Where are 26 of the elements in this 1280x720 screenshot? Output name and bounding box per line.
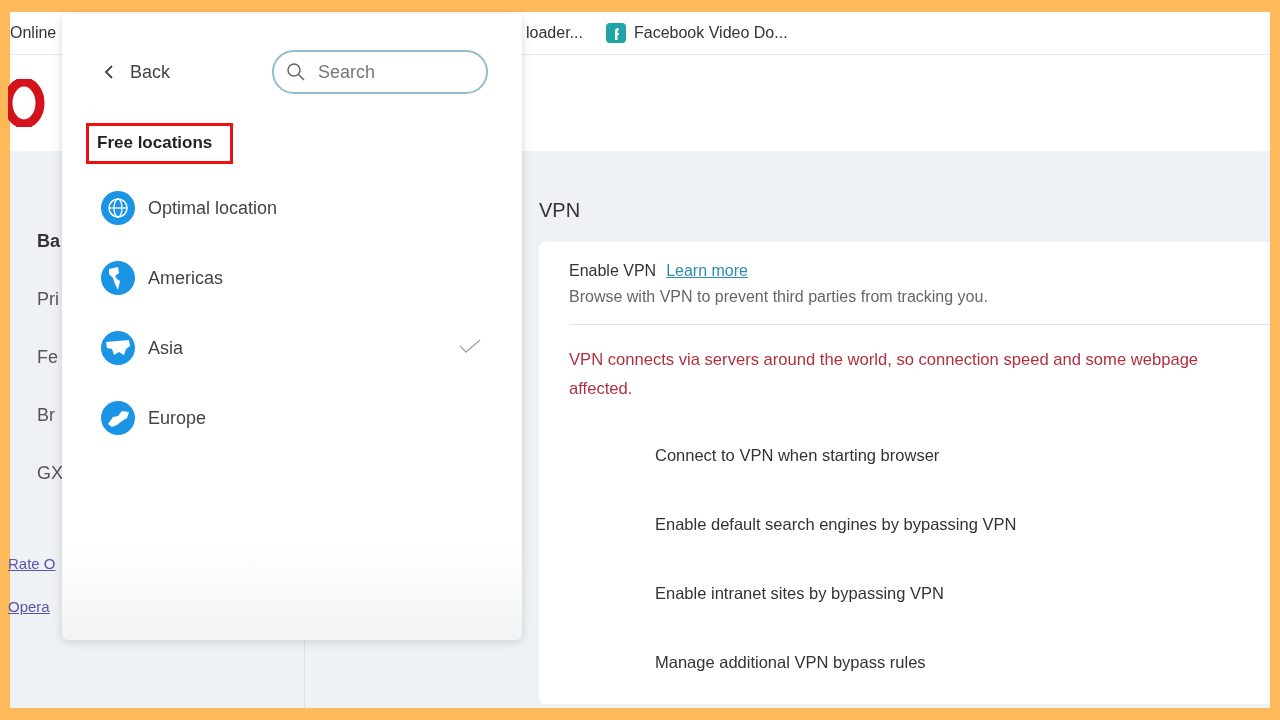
location-item[interactable]: Asia — [100, 330, 488, 366]
warning-text: affected. — [569, 378, 634, 400]
globe-icon — [100, 260, 136, 296]
location-item[interactable]: Americas — [100, 260, 488, 296]
setting-label: Connect to VPN when starting browser — [655, 445, 941, 465]
globe-icon — [100, 190, 136, 226]
bookmark-link[interactable]: Facebook Video Do... — [634, 24, 788, 42]
bookmark-link[interactable]: loader... — [526, 24, 583, 42]
globe-icon — [100, 400, 136, 436]
search-field[interactable]: Search — [272, 50, 488, 94]
setting-description: Browse with VPN to prevent third parties from tracking you. — [569, 288, 989, 306]
setting-label: Manage additional VPN bypass rules — [655, 652, 927, 672]
setting-label: Enable default search engines by bypassing VPN — [655, 514, 1018, 534]
setting-label: Enable VPN — [569, 262, 657, 280]
globe-icon — [100, 330, 136, 366]
learn-more-link[interactable]: Learn more — [666, 262, 748, 280]
bookmark-link[interactable]: Online — [10, 24, 57, 42]
section-label: Free locations — [86, 123, 234, 164]
warning-text: VPN connects via servers around the world, so connection speed and some webpage — [569, 349, 1200, 371]
setting-label: Enable intranet sites by bypassing VPN — [655, 583, 945, 603]
search-icon — [286, 62, 306, 82]
section-heading: VPN — [539, 199, 582, 222]
location-item[interactable]: Optimal location — [100, 190, 488, 226]
back-button[interactable]: Back — [86, 61, 171, 83]
chevron-left-icon — [104, 64, 114, 80]
location-item[interactable]: Europe — [100, 400, 488, 436]
